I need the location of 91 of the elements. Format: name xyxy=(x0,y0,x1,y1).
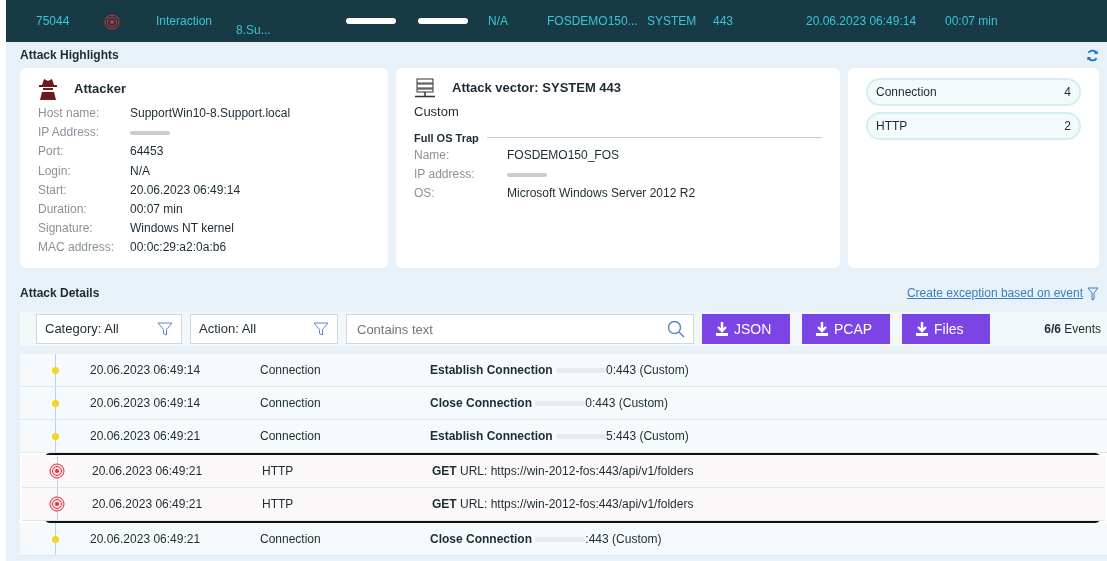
event-category: HTTP xyxy=(262,463,295,480)
field-value: 64453 xyxy=(130,143,164,161)
download-icon xyxy=(816,322,828,336)
event-dot xyxy=(51,535,59,543)
alert-icon xyxy=(49,463,65,479)
field-label: Start: xyxy=(38,181,68,199)
redaction-mark xyxy=(346,18,396,24)
event-time: 20.06.2023 06:49:14 xyxy=(90,362,202,379)
filter-dropdown[interactable]: Category: All xyxy=(36,314,182,344)
field-value: 00:0c:29:a2:0a:b6 xyxy=(130,239,227,257)
event-dot xyxy=(51,366,59,374)
download-icon xyxy=(916,322,928,336)
event-dot xyxy=(51,432,59,440)
event-time: 20.06.2023 06:49:21 xyxy=(90,531,202,548)
event-time: 20.06.2023 06:49:14 xyxy=(90,395,202,412)
field-value: Microsoft Windows Server 2012 R2 xyxy=(507,185,696,203)
search-input[interactable]: Contains text xyxy=(355,315,667,343)
event-detail: Close Connection xyxy=(430,531,533,548)
field-label: Duration: xyxy=(38,201,88,218)
filter-dropdown[interactable]: Action: All xyxy=(190,314,338,344)
event-dot xyxy=(51,399,59,407)
table-cell-text: 443 xyxy=(713,13,735,30)
event-category: Connection xyxy=(260,531,322,548)
category-name: Connection xyxy=(876,84,937,101)
card-title: Attack vector: SYSTEM 443 xyxy=(452,79,622,98)
filter-icon xyxy=(157,321,173,337)
field-label: Host name: xyxy=(38,105,101,122)
category-pill[interactable]: HTTP 2 xyxy=(866,112,1081,140)
field-label: Name: xyxy=(414,147,451,164)
refresh-icon[interactable] xyxy=(1086,49,1099,63)
group-title: Full OS Trap xyxy=(414,130,479,146)
event-category: Connection xyxy=(260,395,322,412)
field-label: Login: xyxy=(38,162,72,180)
category-pill[interactable]: Connection 4 xyxy=(866,78,1081,106)
download-button[interactable]: PCAP xyxy=(802,314,890,344)
filter-icon xyxy=(313,321,329,337)
server-icon xyxy=(414,78,436,98)
filter-icon[interactable] xyxy=(1087,286,1099,301)
alert-icon xyxy=(49,496,65,512)
table-cell-text: 75044 xyxy=(36,13,71,30)
event-time: 20.06.2023 06:49:21 xyxy=(92,463,204,480)
field-value: Windows NT kernel xyxy=(130,220,234,238)
download-button[interactable]: JSON xyxy=(702,314,790,344)
field-label: Signature: xyxy=(38,220,94,238)
download-icon xyxy=(716,322,728,336)
field-value: 00:07 min xyxy=(130,201,183,218)
spy-icon xyxy=(38,78,58,100)
table-cell-text: SYSTEM xyxy=(647,13,698,30)
events-count: 6/6 Events xyxy=(1044,321,1101,338)
table-cell-text: 00:07 min xyxy=(945,13,999,30)
table-cell-text: 20.06.2023 06:49:14 xyxy=(806,13,918,30)
field-value: SupportWin10-8.Support.local xyxy=(130,105,291,122)
event-time: 20.06.2023 06:49:21 xyxy=(90,428,202,445)
field-value: 20.06.2023 06:49:14 xyxy=(130,181,241,199)
redaction-mark xyxy=(418,18,468,24)
table-cell-text: Interaction xyxy=(156,13,214,30)
event-detail: GET URL: https://win-2012-fos:443/api/v1/folders xyxy=(432,496,694,513)
field-label: IP Address: xyxy=(38,124,101,142)
section-title: Attack Details xyxy=(20,285,100,302)
event-category: Connection xyxy=(260,362,322,379)
table-cell-text: 8.Su... xyxy=(236,22,272,39)
event-detail: :443 (Custom) xyxy=(585,531,662,548)
event-time: 20.06.2023 06:49:21 xyxy=(92,496,204,513)
card-subtitle: Custom xyxy=(414,103,460,121)
event-category: Connection xyxy=(260,428,322,445)
section-title: Attack Highlights xyxy=(20,47,119,64)
event-detail: 0:443 (Custom) xyxy=(585,395,669,412)
event-detail: 0:443 (Custom) xyxy=(606,362,689,379)
field-value: N/A xyxy=(130,162,150,180)
search-icon[interactable] xyxy=(667,320,685,338)
event-detail: Establish Connection xyxy=(430,362,554,379)
alert-icon xyxy=(104,13,120,30)
card-title: Attacker xyxy=(74,80,127,99)
event-detail: Close Connection xyxy=(430,395,533,412)
table-cell-text: N/A xyxy=(488,13,509,30)
field-label: MAC address: xyxy=(38,239,116,257)
field-label: IP address: xyxy=(414,166,476,184)
event-category: HTTP xyxy=(262,496,295,513)
field-label: Port: xyxy=(38,143,65,161)
table-cell-text: FOSDEMO150... xyxy=(547,13,639,30)
category-count: 2 xyxy=(1064,118,1071,135)
field-value: FOSDEMO150_FOS xyxy=(507,147,620,164)
event-detail: Establish Connection xyxy=(430,428,554,445)
event-detail: 5:443 (Custom) xyxy=(606,428,689,445)
category-count: 4 xyxy=(1064,84,1071,101)
search-field[interactable]: Contains text xyxy=(346,314,694,344)
create-exception-link[interactable]: Create exception based on event xyxy=(906,284,1083,302)
category-name: HTTP xyxy=(876,118,908,135)
download-button[interactable]: Files xyxy=(902,314,990,344)
field-label: OS: xyxy=(414,185,436,203)
event-detail: GET URL: https://win-2012-fos:443/api/v1/folders xyxy=(432,463,694,480)
